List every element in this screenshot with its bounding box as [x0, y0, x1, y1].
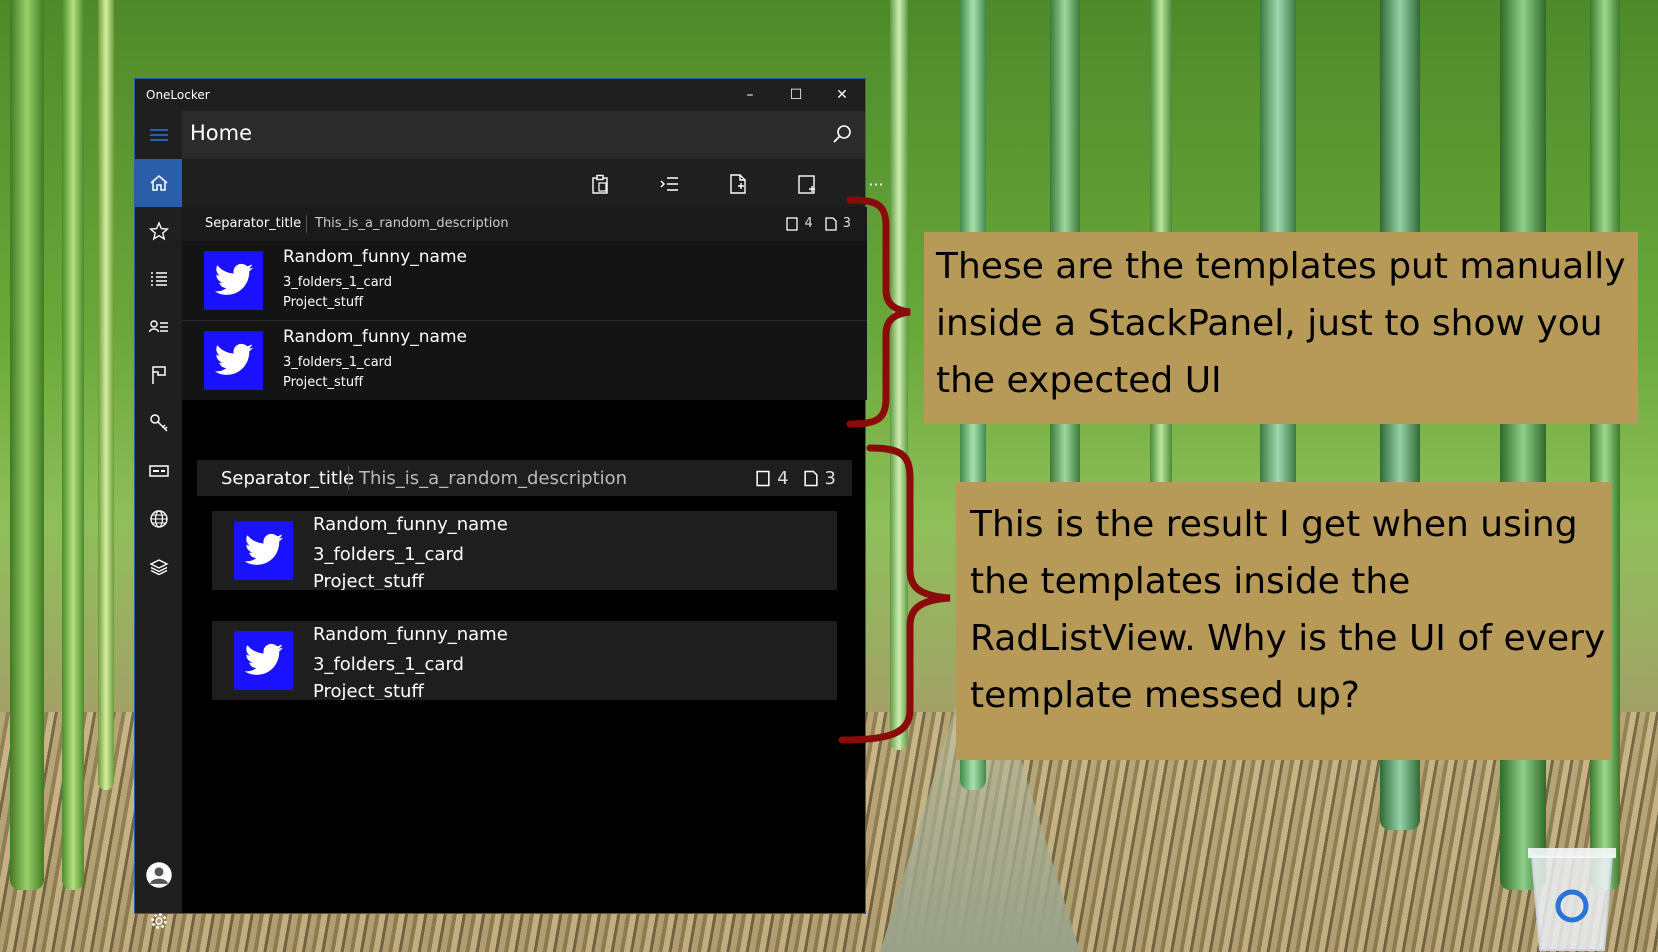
separator-counts: 4 3 [786, 216, 851, 231]
nav-sidebar [135, 111, 182, 929]
app-window: OneLocker – ☐ ✕ Home ··· Separator_title… [134, 78, 884, 929]
gear-icon [150, 913, 167, 929]
card-count: 3 [824, 468, 836, 489]
sort-button[interactable] [656, 171, 682, 197]
folder-count: 4 [777, 468, 789, 489]
nav-cards[interactable] [135, 447, 182, 495]
home-icon [150, 175, 167, 191]
separator-divider [306, 215, 307, 233]
twitter-bird-icon [214, 263, 253, 295]
hamburger-icon [149, 129, 168, 141]
new-folder-icon [798, 175, 815, 194]
item-avatar [204, 251, 263, 310]
page-header: Home [182, 111, 865, 159]
folder-icon [786, 216, 799, 231]
folder-count: 4 [804, 216, 813, 231]
content-area: Separator_title This_is_a_random_descrip… [182, 207, 867, 913]
item-name: Random_funny_name [313, 624, 508, 645]
user-avatar-icon [145, 862, 172, 888]
separator-description: This_is_a_random_description [359, 468, 628, 489]
annotation-note-result: This is the result I get when using the … [956, 482, 1612, 760]
twitter-bird-icon [244, 643, 283, 675]
item-avatar [234, 521, 293, 580]
nav-list[interactable] [135, 255, 182, 303]
close-button[interactable]: ✕ [819, 79, 865, 111]
item-category: Project_stuff [313, 681, 424, 700]
globe-icon [149, 510, 168, 528]
new-file-icon [730, 174, 746, 194]
radlistview-separator: Separator_title This_is_a_random_descrip… [197, 460, 852, 496]
card-file-icon [803, 470, 818, 487]
new-folder-button[interactable] [794, 171, 820, 197]
nav-home[interactable] [135, 159, 182, 207]
item-name: Random_funny_name [283, 247, 467, 267]
nav-web[interactable] [135, 495, 182, 543]
item-name: Random_funny_name [283, 327, 467, 347]
list-item[interactable]: Random_funny_name 3_folders_1_card Proje… [182, 321, 867, 400]
item-subtitle: 3_folders_1_card [283, 355, 393, 370]
item-subtitle: 3_folders_1_card [313, 544, 464, 565]
annotation-brace-bottom [838, 444, 951, 744]
nav-keys[interactable] [135, 399, 182, 447]
key-icon [149, 414, 168, 432]
twitter-bird-icon [244, 533, 283, 565]
more-button[interactable]: ··· [863, 171, 889, 197]
separator-description: This_is_a_random_description [315, 216, 509, 231]
item-avatar [204, 331, 263, 390]
annotation-note-expected: These are the templates put manually ins… [924, 232, 1638, 424]
item-category: Project_stuff [283, 375, 364, 390]
item-avatar [234, 631, 293, 690]
list-item[interactable]: Random_funny_name 3_folders_1_card Proje… [212, 621, 837, 700]
card-file-icon [825, 216, 837, 231]
separator-title: Separator_title [205, 216, 302, 231]
title-bar: OneLocker – ☐ ✕ [135, 79, 865, 111]
star-icon [148, 221, 169, 241]
separator-counts: 4 3 [756, 468, 836, 489]
nav-settings[interactable] [135, 897, 182, 945]
item-subtitle: 3_folders_1_card [283, 275, 393, 290]
list-item[interactable]: Random_funny_name 3_folders_1_card Proje… [212, 511, 837, 590]
contact-list-icon [148, 320, 168, 333]
folder-icon [756, 470, 770, 487]
clipboard-icon [592, 174, 608, 194]
layers-icon [148, 559, 169, 576]
maximize-button[interactable]: ☐ [773, 79, 819, 111]
sort-list-icon [660, 177, 678, 191]
item-category: Project_stuff [313, 571, 424, 590]
minimize-button[interactable]: – [727, 79, 773, 111]
search-icon[interactable] [831, 123, 853, 145]
list-icon [150, 272, 167, 286]
recycle-bin-icon[interactable] [1524, 840, 1620, 952]
item-category: Project_stuff [283, 295, 364, 310]
item-subtitle: 3_folders_1_card [313, 654, 464, 675]
nav-layers[interactable] [135, 543, 182, 591]
expected-separator: Separator_title This_is_a_random_descrip… [182, 207, 867, 241]
separator-title: Separator_title [221, 468, 355, 489]
item-name: Random_funny_name [313, 514, 508, 535]
card-icon [148, 465, 169, 477]
separator-divider [348, 466, 349, 490]
paste-button[interactable] [587, 171, 613, 197]
page-title: Home [190, 121, 253, 145]
flag-icon [151, 366, 166, 384]
hamburger-menu-button[interactable] [135, 111, 182, 159]
command-bar: ··· [182, 159, 884, 207]
app-title: OneLocker [146, 88, 210, 102]
annotation-brace-top [846, 196, 911, 428]
new-file-button[interactable] [725, 171, 751, 197]
nav-contacts[interactable] [135, 303, 182, 351]
list-item[interactable]: Random_funny_name 3_folders_1_card Proje… [182, 241, 867, 320]
nav-account[interactable] [135, 851, 182, 899]
twitter-bird-icon [214, 343, 253, 375]
nav-flag[interactable] [135, 351, 182, 399]
nav-favorites[interactable] [135, 207, 182, 255]
